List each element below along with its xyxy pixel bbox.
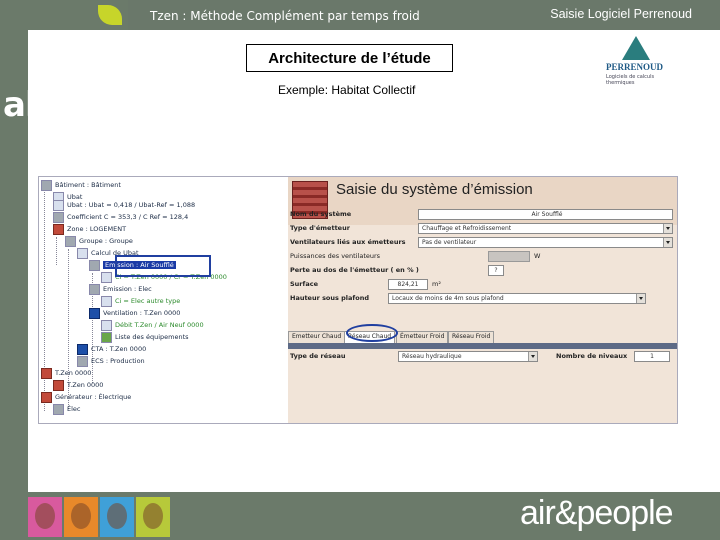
- elec-icon: [53, 403, 64, 415]
- field-row: Ventilateurs liés aux émetteurs Pas de v…: [288, 237, 677, 249]
- tree-item[interactable]: T.Zen 0000: [53, 379, 103, 391]
- ci-icon: [101, 271, 112, 283]
- chevron-down-icon[interactable]: [636, 294, 645, 303]
- field-row: Perte au dos de l'émetteur ( en % ) ?: [288, 265, 677, 277]
- network-type-select[interactable]: Réseau hydraulique: [398, 351, 538, 362]
- group-icon: [65, 235, 76, 247]
- generator-icon: [53, 379, 64, 391]
- field-row: Hauteur sous plafond Locaux de moins de …: [288, 293, 677, 305]
- chevron-down-icon[interactable]: [663, 238, 672, 247]
- ubat-icon: [77, 247, 88, 259]
- ubat-icon: [53, 199, 64, 211]
- faces-strip: [28, 497, 170, 537]
- emitter-type-select[interactable]: Chauffage et Refroidissement: [418, 223, 673, 234]
- slide-title: Architecture de l’étude: [246, 44, 453, 72]
- generator-icon: [41, 367, 52, 379]
- surface-input[interactable]: 824,21: [388, 279, 428, 290]
- tree-item[interactable]: T.Zen 0000: [41, 367, 91, 379]
- field-row: Type d'émetteur Chauffage et Refroidisse…: [288, 223, 677, 235]
- perrenoud-mark-icon: [622, 36, 650, 60]
- emission-icon: [89, 283, 100, 295]
- tree-item[interactable]: Coefficient C = 353,3 / C Ref = 128,4: [53, 211, 188, 223]
- slide-example: Exemple: Habitat Collectif: [278, 83, 416, 97]
- face-photo: [28, 497, 62, 537]
- flow-icon: [101, 319, 112, 331]
- tree-item[interactable]: Emission : Elec: [89, 283, 152, 295]
- software-screenshot: Bâtiment : Bâtiment Ubat Ubat : Ubat = 0…: [38, 176, 678, 424]
- section-header: [288, 343, 677, 349]
- tree-item[interactable]: Ci = Elec autre type: [101, 295, 180, 307]
- tree-item[interactable]: Élec: [53, 403, 81, 415]
- tree-item[interactable]: Zone : LOGEMENT: [53, 223, 126, 235]
- tree-item[interactable]: Liste des équipements: [101, 331, 189, 343]
- header-subtitle: Tzen : Méthode Complément par temps froi…: [150, 9, 420, 23]
- tab-highlight: [346, 324, 398, 342]
- ecs-icon: [77, 355, 88, 367]
- tree-item[interactable]: Bâtiment : Bâtiment: [41, 179, 121, 191]
- fan-power-input: [488, 251, 530, 262]
- ceiling-height-select[interactable]: Locaux de moins de 4m sous plafond: [388, 293, 646, 304]
- leaf-logo: [98, 5, 122, 25]
- panel-title: Saisie du système d’émission: [336, 181, 533, 198]
- emission-panel: Saisie du système d’émission Nom du syst…: [288, 177, 677, 423]
- tree-highlight: [115, 255, 211, 277]
- tree-item[interactable]: Ubat : Ubat = 0,418 / Ubat-Ref = 1,088: [53, 199, 195, 211]
- face-photo: [136, 497, 170, 537]
- header-right-title: Saisie Logiciel Perrenoud: [550, 7, 692, 21]
- chevron-down-icon[interactable]: [528, 352, 537, 361]
- face-photo: [64, 497, 98, 537]
- tree-item[interactable]: Ventilation : T.Zen 0000: [89, 307, 180, 319]
- system-name-input[interactable]: Air Soufflé: [418, 209, 673, 220]
- perrenoud-logo: PERRENOUD Logiciels de calculs thermique…: [604, 36, 672, 86]
- tab-emetteur-froid[interactable]: Émetteur Froid: [396, 331, 449, 343]
- ventilation-icon: [89, 307, 100, 319]
- list-icon: [101, 331, 112, 343]
- network-row: Type de réseau Réseau hydraulique Nombre…: [288, 351, 677, 363]
- field-row: Nom du système Air Soufflé: [288, 209, 677, 221]
- tab-reseau-froid[interactable]: Réseau Froid: [448, 331, 495, 343]
- field-row: Surface 824,21 m²: [290, 279, 441, 290]
- zone-icon: [53, 223, 64, 235]
- chevron-down-icon[interactable]: [663, 224, 672, 233]
- cta-icon: [77, 343, 88, 355]
- tree-item[interactable]: ECS : Production: [77, 355, 145, 367]
- air-people-logo: air&people: [520, 494, 674, 532]
- emission-icon: [89, 259, 100, 271]
- header-bar: Tzen : Méthode Complément par temps froi…: [128, 0, 720, 30]
- field-row: Puissances des ventilateurs W: [290, 251, 541, 262]
- coefficient-icon: [53, 211, 64, 223]
- help-button[interactable]: ?: [488, 265, 504, 276]
- levels-input[interactable]: 1: [634, 351, 670, 362]
- generator-icon: [41, 391, 52, 403]
- tab-emetteur-chaud[interactable]: Emetteur Chaud: [288, 331, 346, 343]
- tree-item[interactable]: Débit T.Zen / Air Neuf 0000: [101, 319, 204, 331]
- tree-item[interactable]: Groupe : Groupe: [65, 235, 133, 247]
- tree-item[interactable]: CTA : T.Zen 0000: [77, 343, 146, 355]
- project-tree: Bâtiment : Bâtiment Ubat Ubat : Ubat = 0…: [39, 177, 288, 423]
- tree-item[interactable]: Générateur : Électrique: [41, 391, 131, 403]
- face-photo: [100, 497, 134, 537]
- building-icon: [41, 179, 52, 191]
- ci-icon: [101, 295, 112, 307]
- fans-select[interactable]: Pas de ventilateur: [418, 237, 673, 248]
